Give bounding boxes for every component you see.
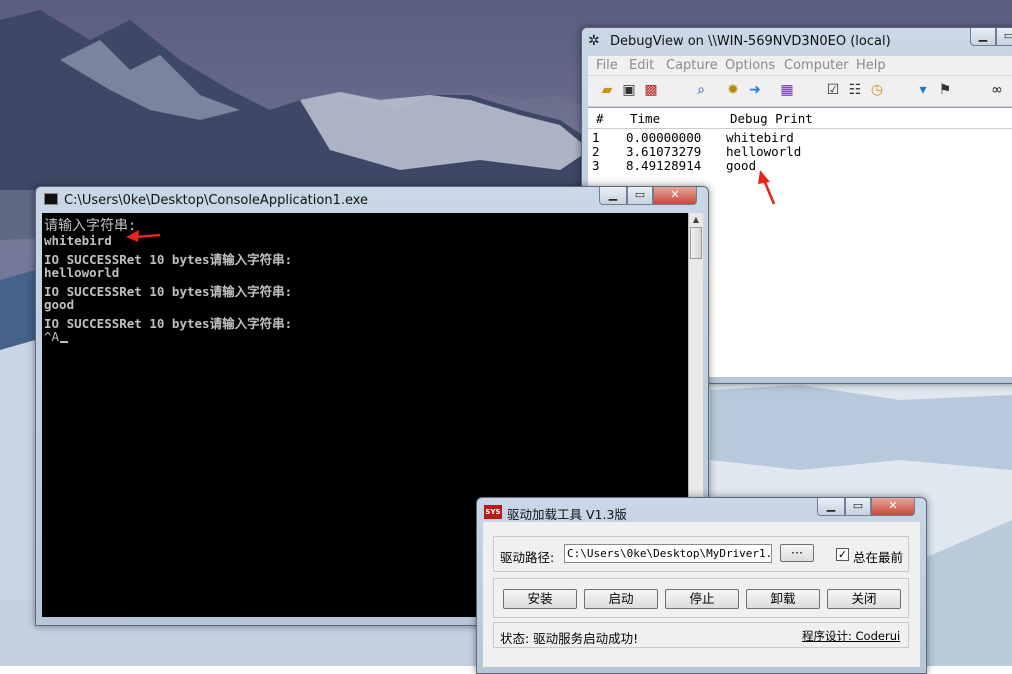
maximize-button[interactable]: ▭ bbox=[996, 28, 1012, 46]
console-app-icon bbox=[44, 193, 58, 205]
row-time: 0.00000000 bbox=[626, 130, 702, 145]
col-time[interactable]: Time bbox=[630, 111, 660, 126]
row-message: good bbox=[726, 158, 757, 173]
row-number: 2 bbox=[592, 144, 600, 159]
row-time: 8.49128914 bbox=[626, 158, 702, 173]
row-number: 3 bbox=[592, 158, 600, 173]
filter-color-icon[interactable]: ▦ bbox=[778, 81, 796, 99]
credit-link[interactable]: 程序设计: Coderui bbox=[802, 628, 900, 644]
topmost-checkbox[interactable]: ✓ bbox=[836, 548, 849, 561]
debugview-titlebar[interactable]: ✲ DebugView on \\WIN-569NVD3N0EO (local)… bbox=[582, 28, 1012, 54]
start-button[interactable]: 启动 bbox=[584, 589, 658, 609]
menu-options[interactable]: Options bbox=[725, 58, 775, 73]
browse-button[interactable]: ··· bbox=[780, 544, 814, 562]
capture-gear-icon[interactable]: ✹ bbox=[724, 81, 742, 99]
stop-button[interactable]: 停止 bbox=[665, 589, 739, 609]
open-folder-icon[interactable]: ▰ bbox=[598, 81, 616, 99]
topmost-label: 总在最前 bbox=[853, 550, 904, 565]
console-line: IO SUCCESSRet 10 bytes请输入字符串: bbox=[44, 316, 293, 331]
col-number[interactable]: # bbox=[596, 111, 604, 126]
console-titlebar[interactable]: C:\Users\0ke\Desktop\ConsoleApplication1… bbox=[36, 187, 708, 213]
capture-kernel-icon[interactable]: ☑ bbox=[824, 81, 842, 99]
save-icon[interactable]: ▣ bbox=[620, 81, 638, 99]
driver-tool-title: 驱动加载工具 V1.3版 bbox=[507, 507, 627, 522]
debugview-toolbar: ▰ ▣ ▩ ⌕ ✹ ➜ ▦ ☑ ☷ ◷ ▾ ⚑ ∞ bbox=[588, 75, 1012, 106]
minimize-button[interactable]: ▁ bbox=[970, 28, 996, 46]
close-tool-button[interactable]: 关闭 bbox=[827, 589, 901, 609]
autoscroll-arrow-icon[interactable]: ➜ bbox=[746, 81, 764, 99]
console-title: C:\Users\0ke\Desktop\ConsoleApplication1… bbox=[64, 193, 369, 208]
red-arrow-icon bbox=[758, 170, 776, 205]
history-icon[interactable]: ☷ bbox=[846, 81, 864, 99]
maximize-button[interactable]: ▭ bbox=[845, 498, 871, 516]
close-button[interactable]: ✕ bbox=[871, 498, 915, 516]
console-line: IO SUCCESSRet 10 bytes请输入字符串: bbox=[44, 284, 293, 299]
minimize-button[interactable]: ▁ bbox=[599, 187, 627, 205]
log-header: # Time Debug Print bbox=[588, 108, 1012, 129]
sys-app-icon: SYS bbox=[484, 505, 502, 519]
install-button[interactable]: 安装 bbox=[503, 589, 577, 609]
text-cursor bbox=[60, 341, 68, 343]
highlight-icon[interactable]: ⚑ bbox=[936, 81, 954, 99]
path-label: 驱动路径: bbox=[500, 550, 555, 565]
uninstall-button[interactable]: 卸载 bbox=[746, 589, 820, 609]
console-line: whitebird bbox=[44, 233, 112, 248]
red-arrow-icon bbox=[126, 230, 161, 242]
maximize-button[interactable]: ▭ bbox=[627, 187, 653, 205]
driver-path-field[interactable]: C:\Users\0ke\Desktop\MyDriver1.sys bbox=[564, 544, 772, 563]
console-line: helloworld bbox=[44, 265, 120, 280]
scroll-thumb[interactable] bbox=[690, 227, 702, 259]
clear-log-icon[interactable]: ▩ bbox=[642, 81, 660, 99]
path-group: 驱动路径: C:\Users\0ke\Desktop\MyDriver1.sys… bbox=[493, 536, 909, 572]
menu-edit[interactable]: Edit bbox=[629, 58, 654, 73]
menu-file[interactable]: File bbox=[596, 58, 618, 73]
scroll-up-arrow-icon[interactable]: ▲ bbox=[689, 213, 703, 227]
debugview-title: DebugView on \\WIN-569NVD3N0EO (local) bbox=[610, 34, 891, 49]
driver-tool-window[interactable]: SYS 驱动加载工具 V1.3版 ▁ ▭ ✕ 驱动路径: C:\Users\0k… bbox=[476, 497, 927, 674]
table-row[interactable]: 3 8.49128914 good bbox=[588, 158, 1012, 173]
menu-help[interactable]: Help bbox=[856, 58, 886, 73]
debugview-menubar: File Edit Capture Options Computer Help bbox=[588, 56, 1012, 75]
row-time: 3.61073279 bbox=[626, 144, 702, 159]
menu-computer[interactable]: Computer bbox=[784, 58, 849, 73]
status-text: 状态: 驱动服务启动成功! bbox=[500, 631, 639, 646]
buttons-group: 安装 启动 停止 卸载 关闭 bbox=[493, 578, 909, 618]
debugview-app-icon: ✲ bbox=[588, 33, 600, 49]
console-line: good bbox=[44, 297, 75, 312]
find-icon[interactable]: ⌕ bbox=[692, 81, 710, 99]
table-row[interactable]: 2 3.61073279 helloworld bbox=[588, 144, 1012, 159]
console-line: ^A bbox=[44, 329, 60, 344]
driver-tool-titlebar[interactable]: SYS 驱动加载工具 V1.3版 ▁ ▭ ✕ bbox=[477, 498, 926, 524]
table-row[interactable]: 1 0.00000000 whitebird bbox=[588, 130, 1012, 145]
filter-icon[interactable]: ▾ bbox=[914, 81, 932, 99]
col-debug-print[interactable]: Debug Print bbox=[730, 111, 813, 126]
row-number: 1 bbox=[592, 130, 600, 145]
row-message: helloworld bbox=[726, 144, 802, 159]
row-message: whitebird bbox=[726, 130, 794, 145]
clock-icon[interactable]: ◷ bbox=[868, 81, 886, 99]
close-button[interactable]: ✕ bbox=[653, 187, 697, 205]
status-group: 状态: 驱动服务启动成功! 程序设计: Coderui bbox=[493, 622, 909, 648]
binoculars-icon[interactable]: ∞ bbox=[988, 81, 1006, 99]
menu-capture[interactable]: Capture bbox=[666, 58, 718, 73]
minimize-button[interactable]: ▁ bbox=[817, 498, 845, 516]
driver-tool-body: 驱动路径: C:\Users\0ke\Desktop\MyDriver1.sys… bbox=[483, 522, 920, 667]
